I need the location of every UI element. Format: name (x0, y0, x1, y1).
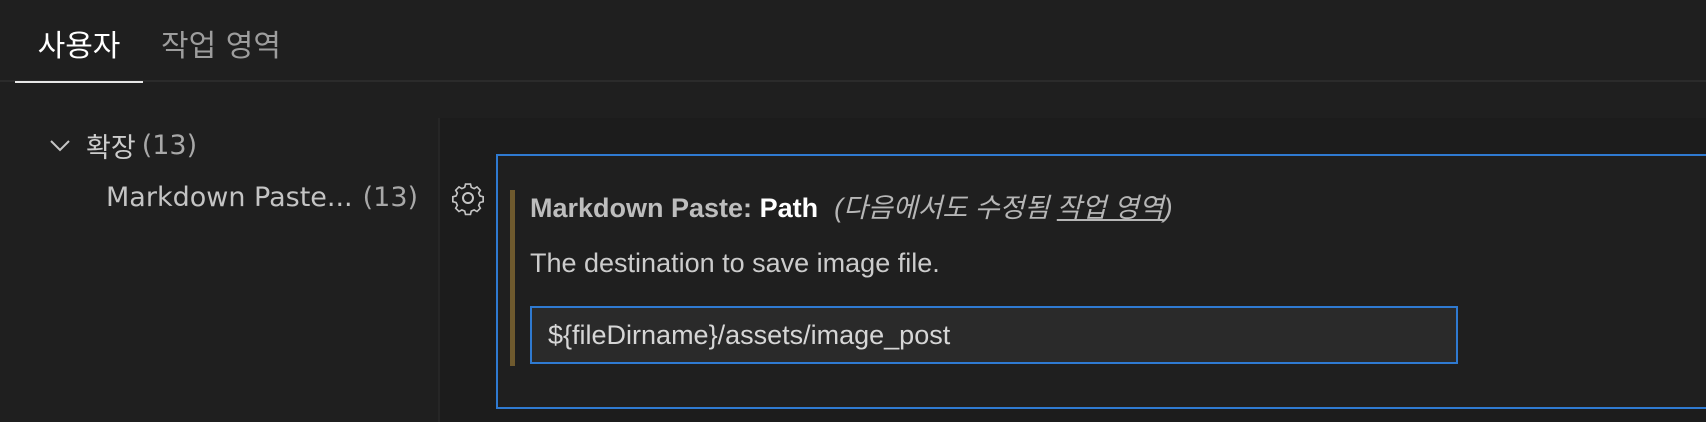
toc-group-label: 확장 (86, 132, 136, 164)
tab-user-label: 사용자 (37, 29, 121, 64)
settings-scope-tabs: 사용자 작업 영역 (0, 0, 1706, 83)
setting-description: The destination to save image file. (530, 248, 940, 278)
toc-item-label: Markdown Paste... (106, 181, 353, 213)
setting-modified-note: (다음에서도 수정됨 작업 영역) (834, 193, 1173, 223)
setting-item-markdown-paste-path: Markdown Paste: Path (다음에서도 수정됨 작업 영역) Th… (496, 154, 1706, 409)
gear-icon[interactable] (450, 180, 486, 216)
tab-workspace[interactable]: 작업 영역 (161, 0, 291, 82)
settings-toc: 확장 (13) Markdown Paste... (13) (0, 118, 440, 422)
modified-note-prefix: (다음에서도 수정됨 (834, 193, 1057, 223)
toc-group-extensions[interactable]: 확장 (13) (46, 126, 197, 164)
toc-item-markdown-paste[interactable]: Markdown Paste... (13) (106, 178, 418, 216)
setting-name: Path (759, 193, 819, 223)
settings-editor: 사용자 작업 영역 확장 (13) Markdown Paste... (13) (0, 0, 1706, 422)
tab-workspace-label: 작업 영역 (161, 29, 281, 64)
chevron-down-icon (46, 131, 74, 159)
modified-note-suffix: ) (1163, 193, 1173, 223)
setting-value-input[interactable] (530, 306, 1458, 364)
toc-group-count: (13) (141, 129, 198, 161)
setting-title: Markdown Paste: Path (다음에서도 수정됨 작업 영역) (530, 186, 1173, 225)
toc-item-count: (13) (362, 181, 419, 213)
modified-in-workspace-link[interactable]: 작업 영역 (1057, 193, 1164, 223)
setting-category: Markdown Paste: (530, 193, 760, 223)
tab-user[interactable]: 사용자 (15, 0, 143, 83)
modified-indicator (510, 190, 515, 366)
